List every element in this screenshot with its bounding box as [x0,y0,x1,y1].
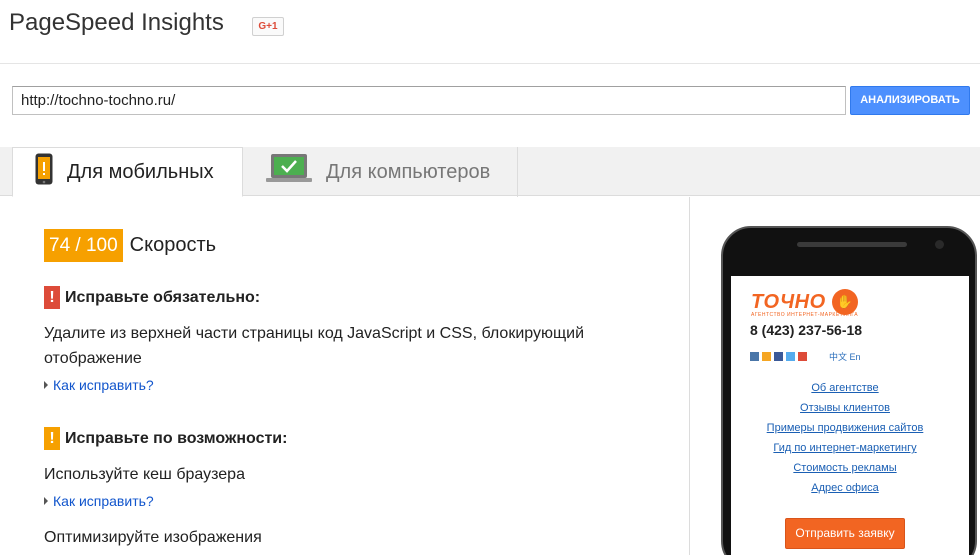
social-links: 中文 En [750,350,861,363]
site-menu-item: Адрес офиса [811,482,879,494]
rule-item[interactable]: Удалите из верхней части страницы код Ja… [44,321,644,371]
exclamation-icon: ! [44,427,60,450]
speaker-grille [797,242,907,247]
tab-desktop[interactable]: Для компьютеров [244,147,518,197]
score-label: Скорость [129,234,217,256]
triangle-right-icon [44,381,48,389]
how-to-fix-label: Как исправить? [53,377,154,393]
tab-desktop-label: Для компьютеров [326,160,491,183]
how-to-fix-label: Как исправить? [53,493,154,509]
analyze-button[interactable]: АНАЛИЗИРОВАТЬ [850,86,970,115]
facebook-icon [774,352,783,361]
score-badge: 74 / 100 [44,229,123,262]
url-input[interactable] [12,86,846,115]
site-phone: 8 (423) 237-56-18 [750,322,863,338]
logo-text: ТОЧНО [751,290,826,313]
triangle-right-icon [44,497,48,505]
header: PageSpeed Insights G+1 [0,0,980,64]
twitter-icon [786,352,795,361]
column-divider [689,197,690,555]
rule-item[interactable]: Используйте кеш браузера [44,462,644,487]
site-menu-item: Гид по интернет-маркетингу [773,442,917,454]
vk-icon [750,352,759,361]
site-menu-item: Стоимость рекламы [793,462,897,474]
rss-icon [762,352,771,361]
send-request-button: Отправить заявку [785,518,905,549]
preview-screen: ТОЧНО ✋ АГЕНТСТВО ИНТЕРНЕТ-МАРКЕТИНГА 8 … [731,276,969,555]
site-menu-item: Примеры продвижения сайтов [766,422,924,434]
section-title: Исправьте по возможности: [65,429,288,447]
exclamation-icon: ! [44,286,60,309]
section-must-fix: ! Исправьте обязательно: [44,286,260,309]
tab-mobile-label: Для мобильных [67,160,214,183]
tab-mobile[interactable]: Для мобильных [12,147,243,197]
googleplus-icon [798,352,807,361]
language-links: 中文 En [829,352,861,362]
how-to-fix-link[interactable]: Как исправить? [44,377,154,393]
gplus-button[interactable]: G+1 [252,17,284,36]
tabs-bar: Для мобильных Для компьютеров [0,147,980,197]
monitor-check-icon [266,154,312,190]
mobile-preview: ТОЧНО ✋ АГЕНТСТВО ИНТЕРНЕТ-МАРКЕТИНГА 8 … [721,226,977,555]
how-to-fix-link[interactable]: Как исправить? [44,493,154,509]
section-title: Исправьте обязательно: [65,288,261,306]
page-title: PageSpeed Insights [9,9,224,36]
site-menu-item: Отзывы клиентов [800,402,890,414]
site-menu-item: Об агентстве [811,382,879,394]
section-should-fix: ! Исправьте по возможности: [44,427,287,450]
score-row: 74 / 100 Скорость [44,229,216,262]
site-menu: Об агентстве Отзывы клиентов Примеры про… [731,378,959,498]
rule-item[interactable]: Оптимизируйте изображения [44,525,644,550]
logo-subtitle: АГЕНТСТВО ИНТЕРНЕТ-МАРКЕТИНГА [751,312,859,318]
phone-icon [35,153,53,191]
camera-icon [935,240,944,249]
